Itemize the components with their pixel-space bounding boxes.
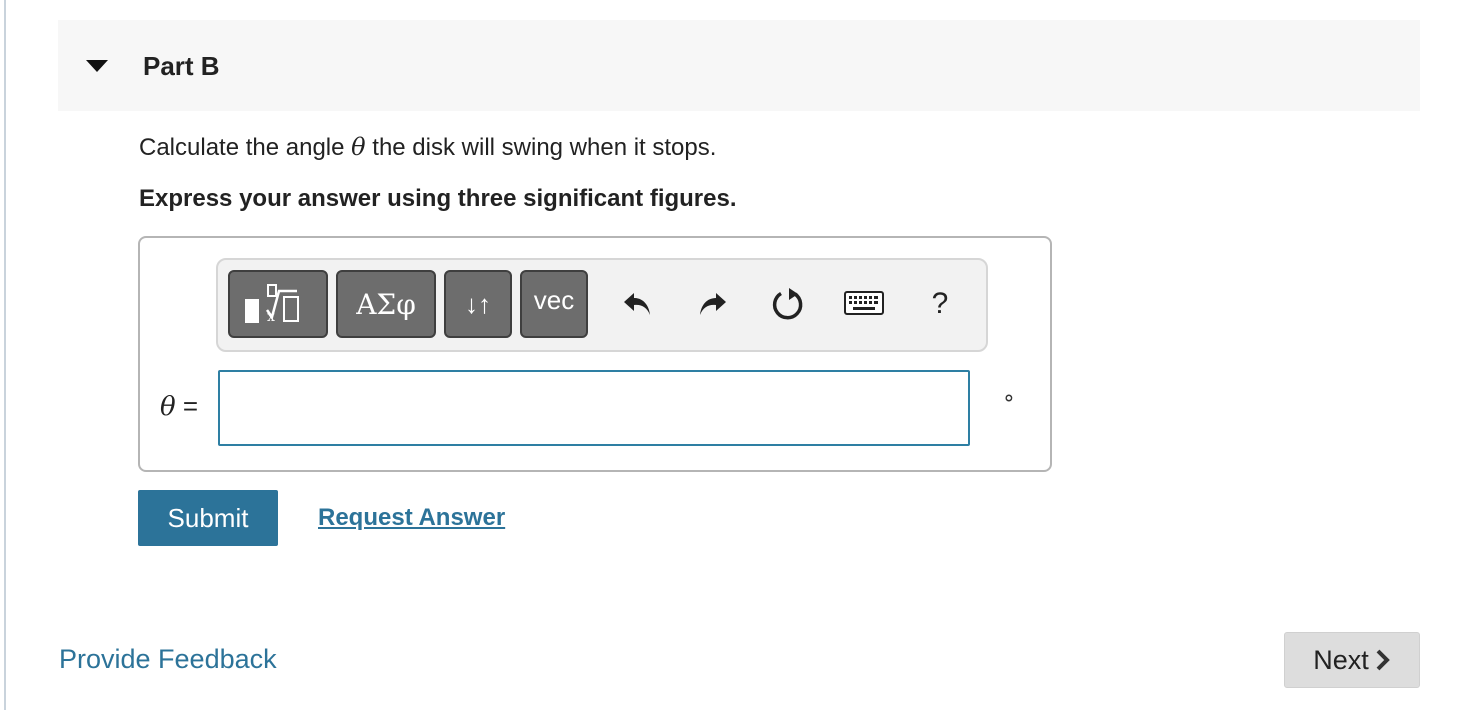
reset-button[interactable]: [766, 280, 810, 328]
next-button[interactable]: Next: [1284, 632, 1420, 688]
templates-button[interactable]: x: [228, 270, 328, 338]
submit-button[interactable]: Submit: [138, 490, 278, 546]
request-answer-link[interactable]: Request Answer: [318, 503, 505, 533]
part-header: [58, 20, 1420, 111]
left-border: [0, 0, 6, 710]
undo-button[interactable]: [616, 280, 660, 328]
next-label: Next: [1313, 644, 1369, 675]
answer-equals: =: [175, 391, 199, 421]
answer-input[interactable]: [218, 370, 970, 446]
answer-variable: θ: [160, 392, 176, 422]
redo-button[interactable]: [690, 280, 734, 328]
question-text: Calculate the angle θ the disk will swin…: [139, 131, 716, 164]
provide-feedback-link[interactable]: Provide Feedback: [59, 642, 277, 676]
keyboard-icon: [844, 291, 884, 315]
answer-unit: ∘: [1002, 385, 1016, 410]
svg-text:x: x: [267, 309, 275, 325]
subscript-superscript-button[interactable]: ↓↑: [444, 270, 512, 338]
answer-variable-label: θ =: [160, 390, 198, 423]
chevron-right-icon: [1376, 649, 1390, 671]
redo-icon: [700, 293, 726, 315]
part-title[interactable]: Part B: [143, 50, 220, 82]
vector-button[interactable]: vec: [520, 270, 588, 338]
keyboard-button[interactable]: [842, 280, 886, 328]
caret-down-icon[interactable]: [86, 60, 108, 72]
question-text-after: the disk will swing when it stops.: [365, 134, 717, 161]
question-text-before: Calculate the angle: [139, 134, 352, 161]
templates-icon: x: [245, 284, 299, 325]
help-button[interactable]: ?: [918, 280, 962, 328]
instruction-text: Express your answer using three signific…: [139, 185, 737, 212]
reset-icon: [772, 288, 803, 320]
undo-icon: [624, 293, 650, 315]
question-symbol: θ: [351, 133, 366, 161]
greek-symbols-button[interactable]: ΑΣφ: [336, 270, 436, 338]
